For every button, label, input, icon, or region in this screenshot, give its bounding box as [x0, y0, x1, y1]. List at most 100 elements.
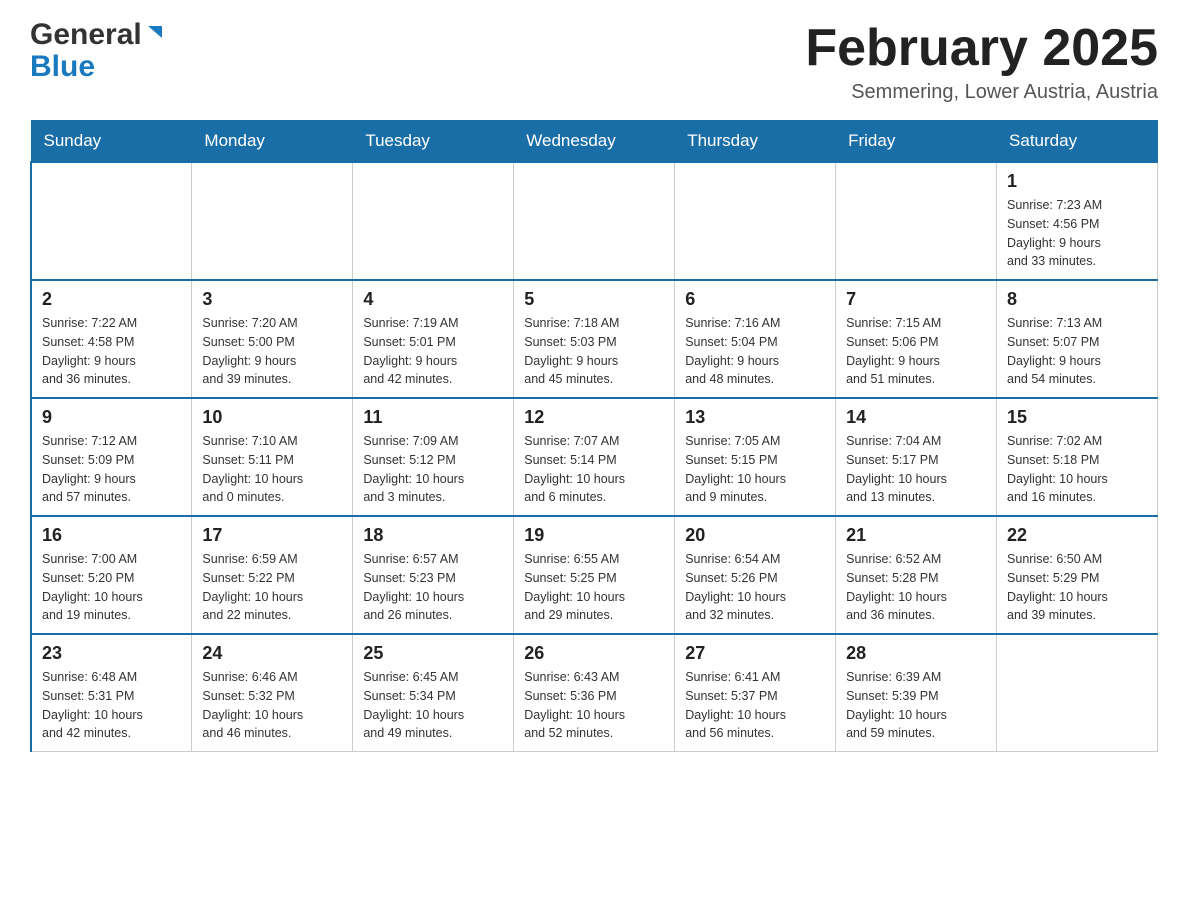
title-section: February 2025 Semmering, Lower Austria, …: [805, 20, 1158, 104]
day-number: 28: [846, 643, 986, 664]
day-number: 18: [363, 525, 503, 546]
calendar-day-cell: 27 Sunrise: 6:41 AM Sunset: 5:37 PM Dayli…: [675, 634, 836, 752]
day-number: 8: [1007, 289, 1147, 310]
day-sun-info: Sunrise: 7:16 AM Sunset: 5:04 PM Dayligh…: [685, 314, 825, 389]
day-number: 3: [202, 289, 342, 310]
calendar-week-row: 9 Sunrise: 7:12 AM Sunset: 5:09 PM Daylig…: [31, 398, 1158, 516]
calendar-day-cell: 23 Sunrise: 6:48 AM Sunset: 5:31 PM Dayli…: [31, 634, 192, 752]
day-sun-info: Sunrise: 6:50 AM Sunset: 5:29 PM Dayligh…: [1007, 550, 1147, 625]
day-sun-info: Sunrise: 7:15 AM Sunset: 5:06 PM Dayligh…: [846, 314, 986, 389]
day-number: 25: [363, 643, 503, 664]
location-subtitle: Semmering, Lower Austria, Austria: [805, 81, 1158, 104]
day-sun-info: Sunrise: 7:19 AM Sunset: 5:01 PM Dayligh…: [363, 314, 503, 389]
calendar-week-row: 16 Sunrise: 7:00 AM Sunset: 5:20 PM Dayli…: [31, 516, 1158, 634]
day-number: 23: [42, 643, 181, 664]
day-number: 17: [202, 525, 342, 546]
calendar-day-cell: 11 Sunrise: 7:09 AM Sunset: 5:12 PM Dayli…: [353, 398, 514, 516]
calendar-day-cell: 13Sunrise: 7:05 AM Sunset: 5:15 PM Dayli…: [675, 398, 836, 516]
calendar-day-cell: 25 Sunrise: 6:45 AM Sunset: 5:34 PM Dayli…: [353, 634, 514, 752]
calendar-day-cell: 26 Sunrise: 6:43 AM Sunset: 5:36 PM Dayli…: [514, 634, 675, 752]
day-number: 4: [363, 289, 503, 310]
day-number: 9: [42, 407, 181, 428]
day-number: 26: [524, 643, 664, 664]
day-sun-info: Sunrise: 7:00 AM Sunset: 5:20 PM Dayligh…: [42, 550, 181, 625]
calendar-day-cell: 10 Sunrise: 7:10 AM Sunset: 5:11 PM Dayli…: [192, 398, 353, 516]
calendar-day-cell: [836, 162, 997, 280]
day-sun-info: Sunrise: 7:20 AM Sunset: 5:00 PM Dayligh…: [202, 314, 342, 389]
day-sun-info: Sunrise: 6:39 AM Sunset: 5:39 PM Dayligh…: [846, 668, 986, 743]
day-sun-info: Sunrise: 6:59 AM Sunset: 5:22 PM Dayligh…: [202, 550, 342, 625]
calendar-day-cell: [353, 162, 514, 280]
calendar-day-cell: 21 Sunrise: 6:52 AM Sunset: 5:28 PM Dayli…: [836, 516, 997, 634]
logo: General Blue: [30, 20, 166, 84]
day-sun-info: Sunrise: 6:48 AM Sunset: 5:31 PM Dayligh…: [42, 668, 181, 743]
day-number: 15: [1007, 407, 1147, 428]
day-sun-info: Sunrise: 7:05 AM Sunset: 5:15 PM Dayligh…: [685, 432, 825, 507]
month-title: February 2025: [805, 20, 1158, 77]
day-number: 16: [42, 525, 181, 546]
day-sun-info: Sunrise: 6:55 AM Sunset: 5:25 PM Dayligh…: [524, 550, 664, 625]
day-number: 22: [1007, 525, 1147, 546]
day-number: 21: [846, 525, 986, 546]
day-number: 2: [42, 289, 181, 310]
day-sun-info: Sunrise: 7:09 AM Sunset: 5:12 PM Dayligh…: [363, 432, 503, 507]
calendar-day-cell: 5Sunrise: 7:18 AM Sunset: 5:03 PM Daylig…: [514, 280, 675, 398]
day-sun-info: Sunrise: 7:22 AM Sunset: 4:58 PM Dayligh…: [42, 314, 181, 389]
day-sun-info: Sunrise: 6:54 AM Sunset: 5:26 PM Dayligh…: [685, 550, 825, 625]
logo-blue-text: Blue: [30, 50, 95, 84]
calendar-day-cell: 8 Sunrise: 7:13 AM Sunset: 5:07 PM Daylig…: [997, 280, 1158, 398]
day-number: 6: [685, 289, 825, 310]
day-of-week-header: Friday: [836, 121, 997, 163]
calendar-day-cell: 3 Sunrise: 7:20 AM Sunset: 5:00 PM Daylig…: [192, 280, 353, 398]
day-sun-info: Sunrise: 7:12 AM Sunset: 5:09 PM Dayligh…: [42, 432, 181, 507]
calendar-header-row: SundayMondayTuesdayWednesdayThursdayFrid…: [31, 121, 1158, 163]
calendar-day-cell: [514, 162, 675, 280]
calendar-day-cell: 22 Sunrise: 6:50 AM Sunset: 5:29 PM Dayli…: [997, 516, 1158, 634]
day-of-week-header: Monday: [192, 121, 353, 163]
calendar-day-cell: 18 Sunrise: 6:57 AM Sunset: 5:23 PM Dayli…: [353, 516, 514, 634]
calendar-day-cell: 20Sunrise: 6:54 AM Sunset: 5:26 PM Dayli…: [675, 516, 836, 634]
logo-arrow-icon: [144, 22, 166, 49]
calendar-day-cell: [997, 634, 1158, 752]
day-number: 5: [524, 289, 664, 310]
day-sun-info: Sunrise: 6:41 AM Sunset: 5:37 PM Dayligh…: [685, 668, 825, 743]
day-of-week-header: Sunday: [31, 121, 192, 163]
day-number: 1: [1007, 171, 1147, 192]
calendar-day-cell: 17 Sunrise: 6:59 AM Sunset: 5:22 PM Dayli…: [192, 516, 353, 634]
calendar-day-cell: 14 Sunrise: 7:04 AM Sunset: 5:17 PM Dayli…: [836, 398, 997, 516]
logo-general-text: General: [30, 20, 142, 50]
day-of-week-header: Saturday: [997, 121, 1158, 163]
day-sun-info: Sunrise: 7:02 AM Sunset: 5:18 PM Dayligh…: [1007, 432, 1147, 507]
calendar-day-cell: 4 Sunrise: 7:19 AM Sunset: 5:01 PM Daylig…: [353, 280, 514, 398]
day-of-week-header: Wednesday: [514, 121, 675, 163]
day-number: 24: [202, 643, 342, 664]
calendar-week-row: 23 Sunrise: 6:48 AM Sunset: 5:31 PM Dayli…: [31, 634, 1158, 752]
day-sun-info: Sunrise: 6:45 AM Sunset: 5:34 PM Dayligh…: [363, 668, 503, 743]
day-sun-info: Sunrise: 7:04 AM Sunset: 5:17 PM Dayligh…: [846, 432, 986, 507]
calendar-day-cell: 24Sunrise: 6:46 AM Sunset: 5:32 PM Dayli…: [192, 634, 353, 752]
calendar-day-cell: 28 Sunrise: 6:39 AM Sunset: 5:39 PM Dayli…: [836, 634, 997, 752]
calendar-day-cell: 1 Sunrise: 7:23 AM Sunset: 4:56 PM Daylig…: [997, 162, 1158, 280]
calendar-day-cell: 6 Sunrise: 7:16 AM Sunset: 5:04 PM Daylig…: [675, 280, 836, 398]
day-sun-info: Sunrise: 7:23 AM Sunset: 4:56 PM Dayligh…: [1007, 196, 1147, 271]
day-sun-info: Sunrise: 7:13 AM Sunset: 5:07 PM Dayligh…: [1007, 314, 1147, 389]
day-number: 14: [846, 407, 986, 428]
calendar-day-cell: 15 Sunrise: 7:02 AM Sunset: 5:18 PM Dayli…: [997, 398, 1158, 516]
day-number: 11: [363, 407, 503, 428]
page-header: General Blue February 2025 Semmering, Lo…: [30, 20, 1158, 104]
calendar-day-cell: [192, 162, 353, 280]
day-sun-info: Sunrise: 7:10 AM Sunset: 5:11 PM Dayligh…: [202, 432, 342, 507]
day-sun-info: Sunrise: 6:57 AM Sunset: 5:23 PM Dayligh…: [363, 550, 503, 625]
day-number: 10: [202, 407, 342, 428]
calendar-week-row: 2 Sunrise: 7:22 AM Sunset: 4:58 PM Daylig…: [31, 280, 1158, 398]
day-of-week-header: Tuesday: [353, 121, 514, 163]
calendar-day-cell: 12Sunrise: 7:07 AM Sunset: 5:14 PM Dayli…: [514, 398, 675, 516]
day-number: 19: [524, 525, 664, 546]
calendar-day-cell: [31, 162, 192, 280]
day-number: 27: [685, 643, 825, 664]
day-sun-info: Sunrise: 6:43 AM Sunset: 5:36 PM Dayligh…: [524, 668, 664, 743]
day-number: 12: [524, 407, 664, 428]
calendar-day-cell: 16 Sunrise: 7:00 AM Sunset: 5:20 PM Dayli…: [31, 516, 192, 634]
calendar-day-cell: 19 Sunrise: 6:55 AM Sunset: 5:25 PM Dayli…: [514, 516, 675, 634]
day-sun-info: Sunrise: 6:52 AM Sunset: 5:28 PM Dayligh…: [846, 550, 986, 625]
